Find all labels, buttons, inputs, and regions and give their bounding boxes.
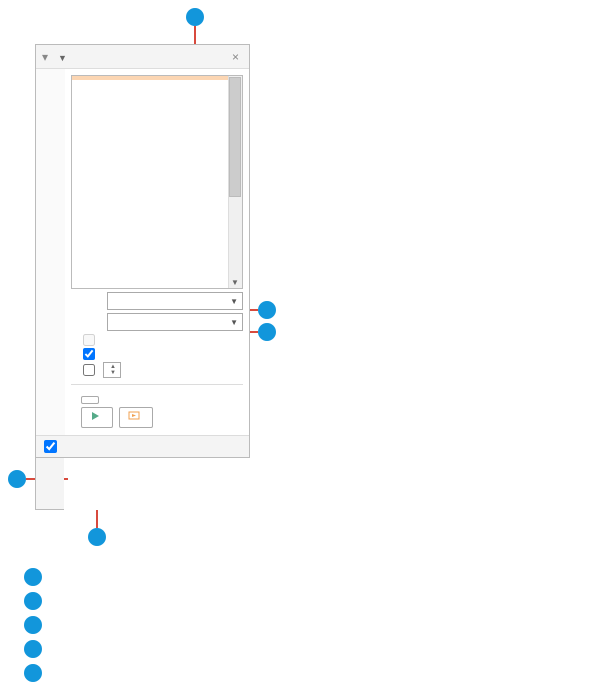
close-icon[interactable]: ×: [228, 50, 243, 64]
transition-list[interactable]: ▲ ▼: [71, 75, 243, 289]
legend-num: [24, 616, 42, 634]
panel-title: ▼: [54, 50, 228, 64]
callout-1: [186, 8, 204, 26]
slideshow-button[interactable]: [119, 407, 153, 428]
auto-preview-checkbox[interactable]: [44, 440, 57, 453]
on-click-checkbox[interactable]: [83, 348, 95, 360]
slideshow-icon: [128, 411, 140, 424]
legend-row: [24, 592, 50, 610]
transition-panel: ▾ ▼ × ▲ ▼: [35, 44, 250, 458]
callout-3: [258, 323, 276, 341]
callout-2: [258, 301, 276, 319]
scroll-thumb[interactable]: [229, 77, 241, 197]
scroll-down-icon[interactable]: ▼: [229, 276, 241, 288]
menu-handle-icon[interactable]: ▾: [42, 50, 54, 64]
spinner-icon[interactable]: ▲▼: [110, 364, 116, 376]
sound-row: ▼: [71, 313, 243, 331]
every-checkbox[interactable]: [83, 364, 95, 376]
apply-all-button[interactable]: [81, 396, 99, 404]
callout-4: [8, 470, 26, 488]
sound-dropdown[interactable]: ▼: [107, 313, 243, 331]
scrollbar[interactable]: ▲ ▼: [228, 76, 242, 288]
loop-sound-row: [83, 334, 243, 346]
panel-body: ▲ ▼ ▼ ▼: [65, 69, 249, 435]
dropdown-arrow-icon[interactable]: ▼: [54, 53, 71, 63]
on-click-row: [83, 348, 243, 360]
legend-row: [24, 664, 50, 682]
legend-row: [24, 640, 50, 658]
speed-row: ▼: [71, 292, 243, 310]
auto-preview-row: [36, 435, 249, 457]
legend-num: [24, 664, 42, 682]
callout-5: [88, 528, 106, 546]
legend: [24, 568, 50, 688]
loop-sound-checkbox: [83, 334, 95, 346]
speed-dropdown[interactable]: ▼: [107, 292, 243, 310]
legend-num: [24, 640, 42, 658]
transition-item[interactable]: [72, 128, 242, 132]
play-icon: [90, 411, 100, 424]
panel-header: ▾ ▼ ×: [36, 45, 249, 69]
caret-down-icon: ▼: [230, 297, 238, 306]
divider: [71, 384, 243, 385]
legend-row: [24, 568, 50, 586]
callout-line-5: [96, 510, 98, 528]
legend-num: [24, 592, 42, 610]
caret-down-icon: ▼: [230, 318, 238, 327]
legend-row: [24, 616, 50, 634]
every-time-input[interactable]: ▲▼: [103, 362, 121, 378]
preview-button-row: [81, 407, 243, 428]
play-button[interactable]: [81, 407, 113, 428]
legend-num: [24, 568, 42, 586]
every-row: ▲▼: [83, 362, 243, 378]
